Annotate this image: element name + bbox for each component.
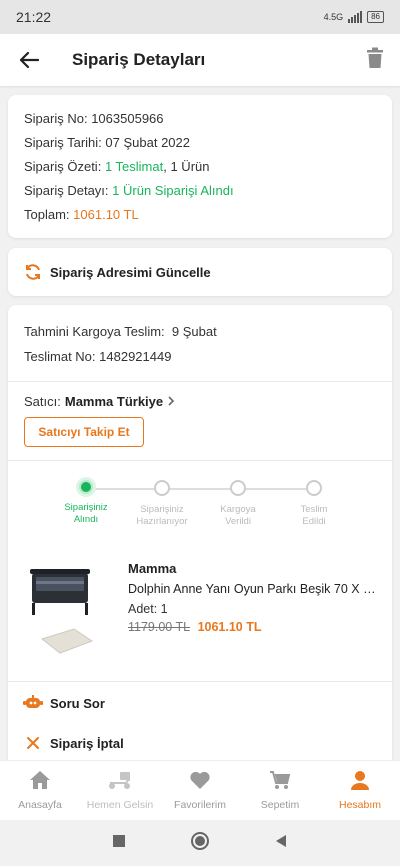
system-navigation xyxy=(0,820,400,866)
order-no-label: Sipariş No: xyxy=(24,111,88,126)
cancel-order-button[interactable]: Sipariş İptal xyxy=(8,723,392,763)
step-label: Siparişiniz Alındı xyxy=(64,502,108,525)
back-arrow-icon[interactable] xyxy=(16,47,42,73)
tracker-step-delivered: Teslim Edildi xyxy=(274,480,354,528)
status-time: 21:22 xyxy=(16,9,52,25)
product-new-price: 1061.10 TL xyxy=(197,620,262,634)
seller-link[interactable]: Satıcı: Mamma Türkiye xyxy=(24,394,376,409)
nav-favorites-label: Favorilerim xyxy=(174,799,226,811)
heart-icon xyxy=(189,770,211,793)
cargo-date-row: Tahmini Kargoya Teslim: 9 Şubat xyxy=(24,319,376,344)
signal-icon xyxy=(348,11,363,23)
product-old-price: 1179.00 TL xyxy=(128,620,191,634)
delivery-info: Tahmini Kargoya Teslim: 9 Şubat Teslimat… xyxy=(8,305,392,381)
product-image[interactable] xyxy=(24,559,114,669)
update-address-button[interactable]: Sipariş Adresimi Güncelle xyxy=(8,248,392,296)
order-detail-label: Sipariş Detayı: xyxy=(24,183,109,198)
order-summary-row: Sipariş Özeti: 1 Teslimat, 1 Ürün xyxy=(24,155,376,179)
order-date-value: 07 Şubat 2022 xyxy=(105,135,190,150)
tracker-step-shipped: Kargoya Verildi xyxy=(198,480,278,528)
home-button-icon[interactable] xyxy=(190,831,210,856)
product-quantity: Adet: 1 xyxy=(128,602,168,616)
battery-icon: 86 xyxy=(367,11,384,23)
seller-name: Mamma Türkiye xyxy=(64,394,164,409)
order-detail-row: Sipariş Detayı: 1 Ürün Siparişi Alındı xyxy=(24,179,376,203)
step-label: Kargoya Verildi xyxy=(220,504,256,527)
nav-quick-delivery-label: Hemen Gelsin xyxy=(86,799,154,811)
product-brand: Mamma xyxy=(128,561,177,576)
chevron-right-icon xyxy=(167,394,175,409)
order-total-row: Toplam: 1061.10 TL xyxy=(24,203,376,227)
tracker-step-received: Siparişiniz Alındı xyxy=(46,480,126,526)
status-icons: 4.5G 86 xyxy=(324,11,384,23)
order-date-label: Sipariş Tarihi: xyxy=(24,135,102,150)
person-icon xyxy=(349,770,371,793)
nav-quick-delivery[interactable]: Hemen Gelsin xyxy=(80,761,160,820)
step-label: Teslim Edildi xyxy=(300,504,328,527)
nav-home[interactable]: Anasayfa xyxy=(0,761,80,820)
scooter-icon xyxy=(106,770,134,793)
nav-account[interactable]: Hesabım xyxy=(320,761,400,820)
chat-robot-icon xyxy=(22,695,44,711)
step-dot-active xyxy=(79,480,93,494)
product-name[interactable]: Dolphin Anne Yanı Oyun Parkı Beşik 70 X … xyxy=(128,582,376,596)
close-icon xyxy=(22,736,44,750)
divider xyxy=(8,681,392,682)
cart-icon xyxy=(269,770,291,793)
nav-favorites[interactable]: Favorilerim xyxy=(160,761,240,820)
delivery-no-row: Teslimat No: 1482921449 xyxy=(24,344,376,369)
trash-icon[interactable] xyxy=(366,47,384,74)
order-detail-value: 1 Ürün Siparişi Alındı xyxy=(112,183,234,198)
cancel-order-label: Sipariş İptal xyxy=(50,735,124,751)
order-total-label: Toplam: xyxy=(24,207,70,222)
nav-cart[interactable]: Sepetim xyxy=(240,761,320,820)
network-label: 4.5G xyxy=(323,12,344,22)
recent-apps-icon[interactable] xyxy=(112,834,126,853)
product-info: Mamma Dolphin Anne Yanı Oyun Parkı Beşik… xyxy=(128,559,376,681)
step-dot xyxy=(230,480,246,496)
status-bar: 21:22 4.5G 86 xyxy=(0,0,400,34)
order-summary-items: , 1 Ürün xyxy=(163,159,210,174)
seller-section: Satıcı: Mamma Türkiye Satıcıyı Takip Et xyxy=(8,382,392,454)
order-summary-deliveries: 1 Teslimat xyxy=(104,159,164,174)
home-icon xyxy=(29,770,51,793)
step-dot xyxy=(154,480,170,496)
order-date-row: Sipariş Tarihi: 07 Şubat 2022 xyxy=(24,131,376,155)
bottom-navigation: Anasayfa Hemen Gelsin Favorilerim Sepeti… xyxy=(0,760,400,820)
order-no-value: 1063505966 xyxy=(91,111,164,126)
cargo-date-value: 9 Şubat xyxy=(171,324,217,339)
step-dot xyxy=(306,480,322,496)
page-title: Sipariş Detayları xyxy=(72,50,206,69)
order-summary-card: Sipariş No: 1063505966 Sipariş Tarihi: 0… xyxy=(8,95,392,238)
refresh-icon xyxy=(24,263,42,281)
nav-home-label: Anasayfa xyxy=(18,799,62,811)
delivery-no-value: 1482921449 xyxy=(99,349,172,364)
step-label: Siparişiniz Hazırlanıyor xyxy=(136,504,188,527)
order-total-value: 1061.10 TL xyxy=(73,207,139,222)
delivery-no-label: Teslimat No: xyxy=(24,349,96,364)
delivery-card: Tahmini Kargoya Teslim: 9 Şubat Teslimat… xyxy=(8,305,392,775)
order-no-row: Sipariş No: 1063505966 xyxy=(24,107,376,131)
product-item[interactable]: Mamma Dolphin Anne Yanı Oyun Parkı Beşik… xyxy=(8,551,392,681)
cargo-date-label: Tahmini Kargoya Teslim: xyxy=(24,324,165,339)
app-bar: Sipariş Detayları xyxy=(0,34,400,86)
battery-level: 86 xyxy=(371,12,380,21)
product-prices: 1179.00 TL 1061.10 TL xyxy=(128,620,376,634)
nav-account-label: Hesabım xyxy=(338,799,381,811)
update-address-label: Sipariş Adresimi Güncelle xyxy=(50,264,211,280)
follow-seller-button[interactable]: Satıcıyı Takip Et xyxy=(24,417,144,447)
nav-cart-label: Sepetim xyxy=(260,799,300,811)
ask-question-label: Soru Sor xyxy=(50,695,105,711)
order-summary-label: Sipariş Özeti: xyxy=(24,159,102,174)
seller-label: Satıcı: xyxy=(24,394,61,409)
ask-question-button[interactable]: Soru Sor xyxy=(8,683,392,723)
tracker-step-preparing: Siparişiniz Hazırlanıyor xyxy=(122,480,202,528)
back-triangle-icon[interactable] xyxy=(274,834,288,853)
order-status-tracker: Siparişiniz Alındı Siparişiniz Hazırlanı… xyxy=(8,461,392,551)
